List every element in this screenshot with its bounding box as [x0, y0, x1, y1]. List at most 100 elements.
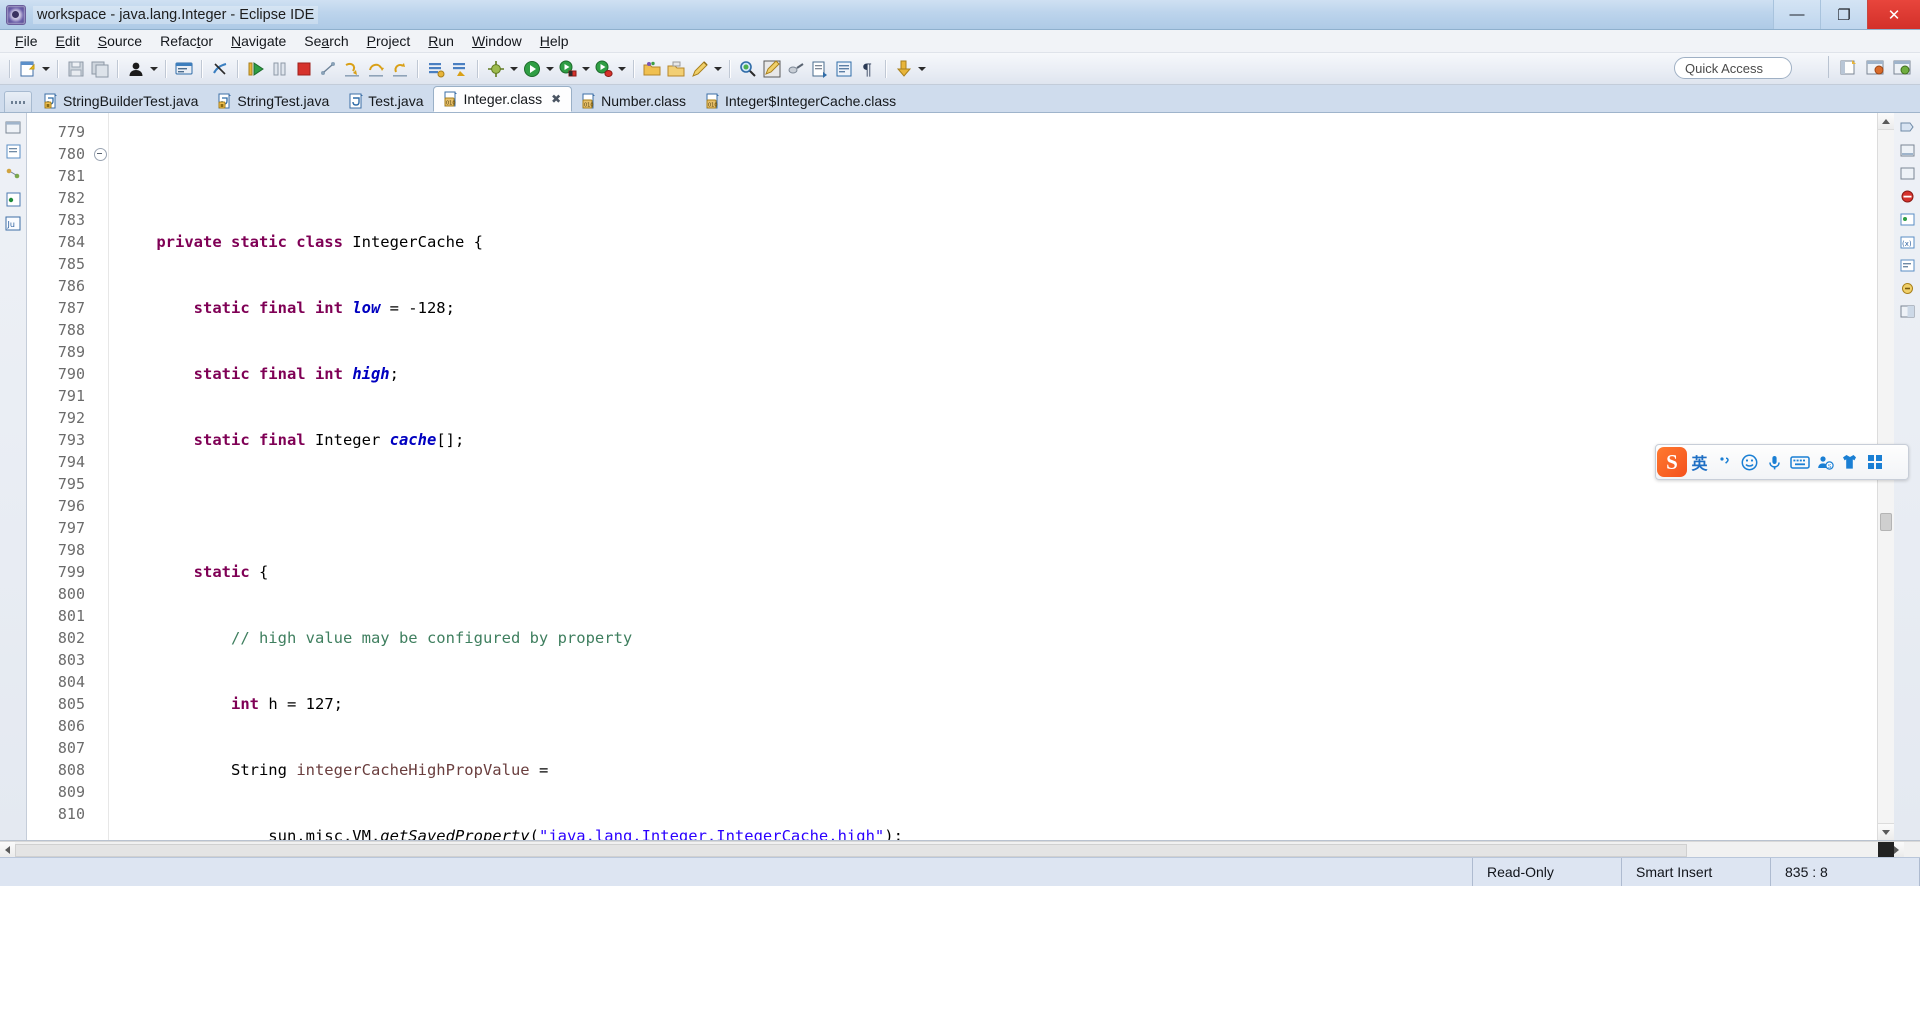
- gutter-separator: [93, 113, 109, 840]
- tab-stringbuildertest-java[interactable]: StringBuilderTest.java: [34, 89, 208, 112]
- menu-navigate[interactable]: Navigate: [222, 31, 295, 51]
- pause-icon[interactable]: [269, 58, 291, 80]
- save-icon[interactable]: [65, 58, 87, 80]
- minimize-view-icon[interactable]: [1899, 142, 1916, 159]
- menu-project[interactable]: Project: [358, 31, 420, 51]
- external-tools-icon[interactable]: [485, 58, 507, 80]
- sogou-logo-icon[interactable]: S: [1657, 447, 1687, 477]
- skip-breakpoints-icon[interactable]: [425, 58, 447, 80]
- quick-access-input[interactable]: Quick Access: [1674, 57, 1792, 79]
- terminate-icon[interactable]: [293, 58, 315, 80]
- menu-source[interactable]: Source: [89, 31, 151, 51]
- line-number: 783: [57, 211, 85, 229]
- run-icon[interactable]: [521, 58, 543, 80]
- open-perspective-icon[interactable]: [1837, 56, 1859, 78]
- tab-label: Test.java: [368, 92, 424, 109]
- vertical-scroll-thumb[interactable]: [1880, 513, 1892, 531]
- debug-icon[interactable]: [245, 58, 267, 80]
- menu-edit[interactable]: Edit: [47, 31, 89, 51]
- external-tools-dropdown-icon[interactable]: [508, 58, 520, 80]
- outline-icon[interactable]: [5, 143, 22, 160]
- save-all-icon[interactable]: [89, 58, 111, 80]
- fold-collapse-icon[interactable]: [94, 148, 107, 161]
- person-dropdown-icon[interactable]: [148, 58, 160, 80]
- link-icon[interactable]: [785, 58, 807, 80]
- debug-perspective-icon[interactable]: [1891, 56, 1913, 78]
- next-annotation-icon[interactable]: [809, 58, 831, 80]
- toggle-breadcrumb-icon[interactable]: [1899, 119, 1916, 136]
- toolbox-icon[interactable]: [1862, 447, 1887, 477]
- menu-search[interactable]: Search: [295, 31, 357, 51]
- toolbar-separator: [9, 59, 11, 78]
- run-last-icon[interactable]: [557, 58, 579, 80]
- new-java-dropdown-icon[interactable]: [712, 58, 724, 80]
- download-dropdown-icon[interactable]: [916, 58, 928, 80]
- voice-input-icon[interactable]: [1762, 447, 1787, 477]
- debug-last-dropdown-icon[interactable]: [616, 58, 628, 80]
- soft-keyboard-icon[interactable]: [1787, 447, 1812, 477]
- tab-list-handle[interactable]: [4, 91, 32, 112]
- edit-icon[interactable]: [761, 58, 783, 80]
- code-content[interactable]: private static class IntegerCache { stat…: [109, 113, 1877, 840]
- previous-annotation-icon[interactable]: [833, 58, 855, 80]
- close-button[interactable]: ✕: [1867, 0, 1920, 29]
- new-wizard-icon[interactable]: [17, 58, 39, 80]
- horizontal-scroll-thumb[interactable]: [15, 844, 1687, 857]
- step-over-icon[interactable]: [365, 58, 387, 80]
- user-center-icon[interactable]: S: [1812, 447, 1837, 477]
- hierarchy-icon[interactable]: [5, 167, 22, 184]
- breakpoints-icon[interactable]: [5, 191, 22, 208]
- ime-mode-label[interactable]: 英: [1687, 447, 1712, 477]
- static-filter-icon[interactable]: (x): [1899, 234, 1916, 251]
- junit-icon[interactable]: Ju: [5, 215, 22, 232]
- scroll-down-icon[interactable]: [1878, 823, 1894, 840]
- java-perspective-icon[interactable]: [1864, 56, 1886, 78]
- tab-test-java[interactable]: Test.java: [339, 89, 433, 112]
- open-task-icon[interactable]: [665, 58, 687, 80]
- minimize-button[interactable]: —: [1773, 0, 1820, 29]
- maximize-button[interactable]: ❐: [1820, 0, 1867, 29]
- fields-filter-icon[interactable]: [1899, 211, 1916, 228]
- menu-run[interactable]: Run: [419, 31, 463, 51]
- search-icon[interactable]: [737, 58, 759, 80]
- scroll-up-icon[interactable]: [1878, 113, 1894, 130]
- show-whitespace-icon[interactable]: ¶: [857, 58, 879, 80]
- step-filters-icon[interactable]: [317, 58, 339, 80]
- step-into-icon[interactable]: [341, 58, 363, 80]
- status-insert-mode[interactable]: Smart Insert: [1622, 858, 1771, 886]
- line-number: 799: [57, 563, 85, 581]
- person-icon[interactable]: [125, 58, 147, 80]
- emoji-icon[interactable]: [1737, 447, 1762, 477]
- skin-icon[interactable]: [1837, 447, 1862, 477]
- menu-help[interactable]: Help: [531, 31, 578, 51]
- punctuation-toggle-icon[interactable]: [1712, 447, 1737, 477]
- editor-horizontal-scrollbar[interactable]: [0, 841, 1920, 857]
- scroll-left-icon[interactable]: [0, 842, 15, 857]
- new-wizard-dropdown-icon[interactable]: [40, 58, 52, 80]
- tab-number-class[interactable]: 010 Number.class: [572, 89, 696, 112]
- menu-window[interactable]: Window: [463, 31, 531, 51]
- step-return-icon[interactable]: [389, 58, 411, 80]
- package-explorer-icon[interactable]: [5, 119, 22, 136]
- new-java-project-icon[interactable]: [689, 58, 711, 80]
- menu-file[interactable]: File: [6, 31, 47, 51]
- view-menu-icon[interactable]: [1899, 303, 1916, 320]
- tab-integer-integercache-class[interactable]: 010 Integer$IntegerCache.class: [696, 89, 906, 112]
- sort-icon[interactable]: [1899, 257, 1916, 274]
- sogou-ime-toolbar[interactable]: S 英 S: [1655, 444, 1909, 480]
- open-type-icon[interactable]: [641, 58, 663, 80]
- toggle-mark-occurrences-icon[interactable]: [209, 58, 231, 80]
- link-editor-icon[interactable]: [1899, 280, 1916, 297]
- menu-refactor[interactable]: Refactor: [151, 31, 222, 51]
- drop-to-frame-icon[interactable]: [449, 58, 471, 80]
- tab-integer-class[interactable]: 010 Integer.class ✖: [433, 86, 573, 112]
- maximize-view-icon[interactable]: [1899, 165, 1916, 182]
- tab-stringtest-java[interactable]: StringTest.java: [208, 89, 339, 112]
- close-icon[interactable]: ✖: [551, 92, 561, 106]
- error-marker-icon[interactable]: [1899, 188, 1916, 205]
- download-icon[interactable]: [893, 58, 915, 80]
- debug-last-icon[interactable]: [593, 58, 615, 80]
- console-icon[interactable]: [173, 58, 195, 80]
- run-dropdown-icon[interactable]: [544, 58, 556, 80]
- run-last-dropdown-icon[interactable]: [580, 58, 592, 80]
